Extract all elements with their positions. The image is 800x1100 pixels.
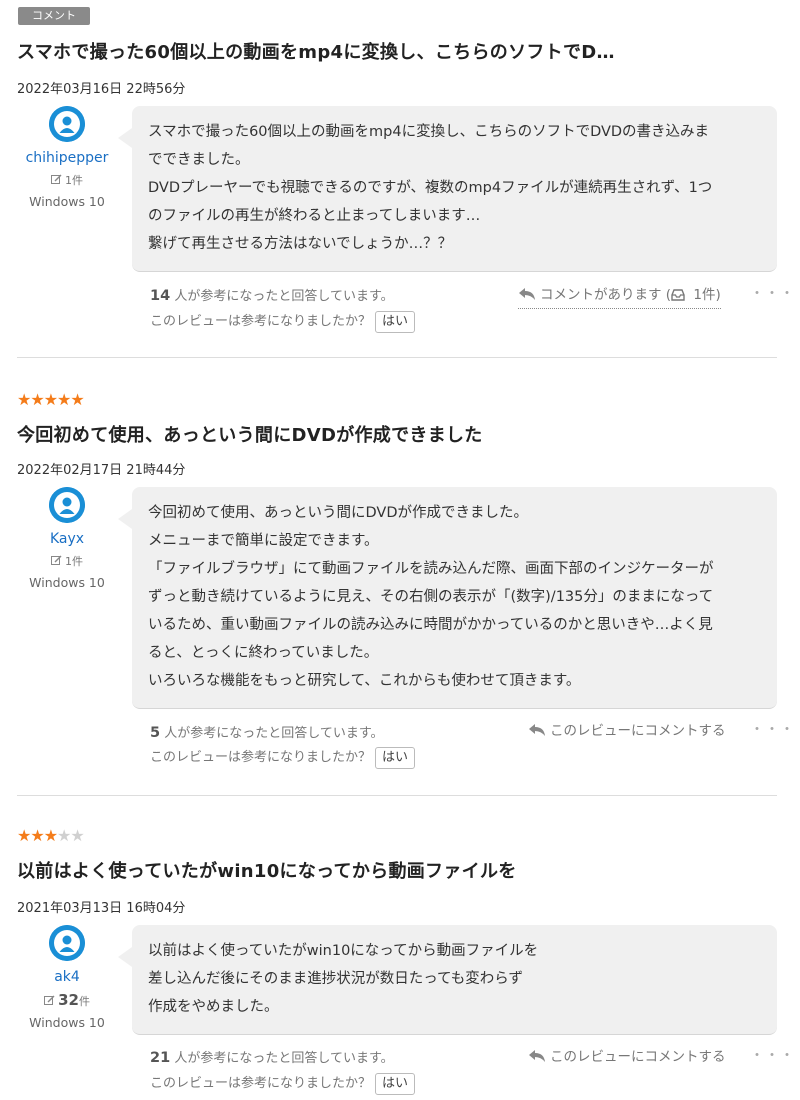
star-icon: ★ <box>43 390 58 409</box>
star-icon: ★ <box>43 826 58 845</box>
reviewer-os: Windows 10 <box>29 1015 105 1030</box>
helpful-count: 21 人が参考になったと回答しています。 <box>150 1050 394 1066</box>
star-icon: ★ <box>17 826 31 845</box>
review-count[interactable]: 1件 <box>17 172 117 188</box>
review-list: コメント スマホで撮った60個以上の動画をmp4に変換し、こちらのソフトでD… … <box>0 0 800 1100</box>
inbox-icon <box>671 289 685 305</box>
star-icon: ★ <box>30 390 44 409</box>
helpful-yes-button[interactable]: はい <box>375 311 416 333</box>
helpful-count: 14 人が参考になったと回答しています。 <box>150 288 394 304</box>
review-title[interactable]: 今回初めて使用、あっという間にDVDが作成できました <box>17 421 483 447</box>
reviewer-info: Kayx 1件 Windows 10 <box>17 487 117 590</box>
helpful-question: このレビューは参考になりましたか？ はい <box>150 1072 416 1095</box>
review-title[interactable]: 以前はよく使っていたがwin10になってから動画ファイルを <box>17 857 517 883</box>
helpful-question: このレビューは参考になりましたか？ はい <box>150 310 416 333</box>
more-options-icon[interactable]: ・・・ <box>750 719 795 739</box>
star-empty-icon: ★ <box>57 826 71 845</box>
helpful-yes-button[interactable]: はい <box>375 747 416 769</box>
avatar-icon[interactable] <box>49 106 85 142</box>
divider <box>17 357 777 358</box>
edit-icon <box>44 995 55 1009</box>
more-options-icon[interactable]: ・・・ <box>750 283 795 303</box>
comment-link[interactable]: このレビューにコメントする <box>528 719 726 741</box>
review-body: 今回初めて使用、あっという間にDVDが作成できました。 メニューまで簡単に設定で… <box>118 487 777 709</box>
reply-icon <box>528 723 546 741</box>
avatar-icon[interactable] <box>49 487 85 523</box>
reviewer-os: Windows 10 <box>29 575 105 590</box>
helpful-yes-button[interactable]: はい <box>375 1073 416 1095</box>
comment-link[interactable]: このレビューにコメントする <box>528 1045 726 1067</box>
review-date: 2021年03月13日 16時04分 <box>17 901 186 916</box>
reviewer-name[interactable]: ak4 <box>17 969 117 985</box>
star-icon: ★ <box>57 390 71 409</box>
edit-icon <box>51 174 62 188</box>
review-count[interactable]: 1件 <box>17 553 117 569</box>
star-icon: ★ <box>30 826 44 845</box>
reply-icon <box>528 1049 546 1067</box>
star-icon: ★ <box>70 390 84 409</box>
reviewer-name[interactable]: chihipepper <box>17 150 117 166</box>
reviewer-info: ak4 32件 Windows 10 <box>17 925 117 1030</box>
avatar-icon[interactable] <box>49 925 85 961</box>
review-title[interactable]: スマホで撮った60個以上の動画をmp4に変換し、こちらのソフトでD… <box>17 38 615 64</box>
star-empty-icon: ★ <box>70 826 84 845</box>
edit-icon <box>51 555 62 569</box>
star-rating: ★★★★★ <box>17 390 85 409</box>
more-options-icon[interactable]: ・・・ <box>750 1045 795 1065</box>
comment-link[interactable]: コメントがあります ( 1件) <box>518 283 721 309</box>
divider <box>17 795 777 796</box>
reviewer-info: chihipepper 1件 Windows 10 <box>17 106 117 209</box>
comment-badge: コメント <box>18 7 90 25</box>
review-date: 2022年03月16日 22時56分 <box>17 82 186 97</box>
reviewer-name[interactable]: Kayx <box>17 531 117 547</box>
star-icon: ★ <box>17 390 31 409</box>
review-count[interactable]: 32件 <box>17 991 117 1009</box>
review-date: 2022年02月17日 21時44分 <box>17 463 186 478</box>
review-body: スマホで撮った60個以上の動画をmp4に変換し、こちらのソフトでDVDの書き込み… <box>118 106 777 272</box>
helpful-count: 5 人が参考になったと回答しています。 <box>150 725 384 741</box>
review-body: 以前はよく使っていたがwin10になってから動画ファイルを 差し込んだ後にそのま… <box>118 925 777 1035</box>
reply-icon <box>518 287 536 305</box>
reviewer-os: Windows 10 <box>29 194 105 209</box>
helpful-question: このレビューは参考になりましたか？ はい <box>150 746 416 769</box>
star-rating: ★★★★★ <box>17 826 85 845</box>
